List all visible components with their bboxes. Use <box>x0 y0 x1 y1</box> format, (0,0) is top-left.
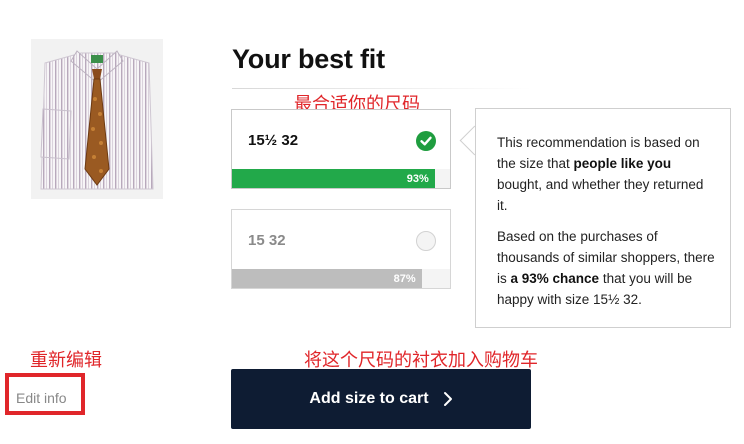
fit-probability-fill: 93% <box>232 169 435 188</box>
page-title: Your best fit <box>232 44 385 74</box>
add-to-cart-label: Add size to cart <box>309 390 429 407</box>
fit-probability-label: 87% <box>393 272 416 285</box>
add-to-cart-button[interactable]: Add size to cart <box>231 369 531 429</box>
recommendation-info-box: This recommendation is based on the size… <box>475 108 731 328</box>
radio-circle-icon <box>416 231 436 251</box>
chevron-right-icon <box>443 391 453 407</box>
edit-info-link[interactable]: Edit info <box>16 390 67 406</box>
product-image <box>31 39 163 199</box>
check-icon <box>416 131 436 151</box>
size-label: 15 32 <box>248 232 286 249</box>
fit-probability-bar: 87% <box>232 269 450 288</box>
title-divider <box>232 88 532 89</box>
info-paragraph-1: This recommendation is based on the size… <box>497 135 704 213</box>
fit-probability-fill: 87% <box>232 269 422 288</box>
size-label: 15½ 32 <box>248 132 299 149</box>
size-option[interactable]: 15 32 87% <box>231 209 451 289</box>
shirt-image <box>31 39 163 199</box>
annotation-edit: 重新编辑 <box>30 350 102 371</box>
fit-probability-label: 93% <box>406 172 429 185</box>
fit-probability-bar: 93% <box>232 169 450 188</box>
size-option-selected[interactable]: 15½ 32 93% <box>231 109 451 189</box>
info-paragraph-2: Based on the purchases of thousands of s… <box>497 229 715 307</box>
